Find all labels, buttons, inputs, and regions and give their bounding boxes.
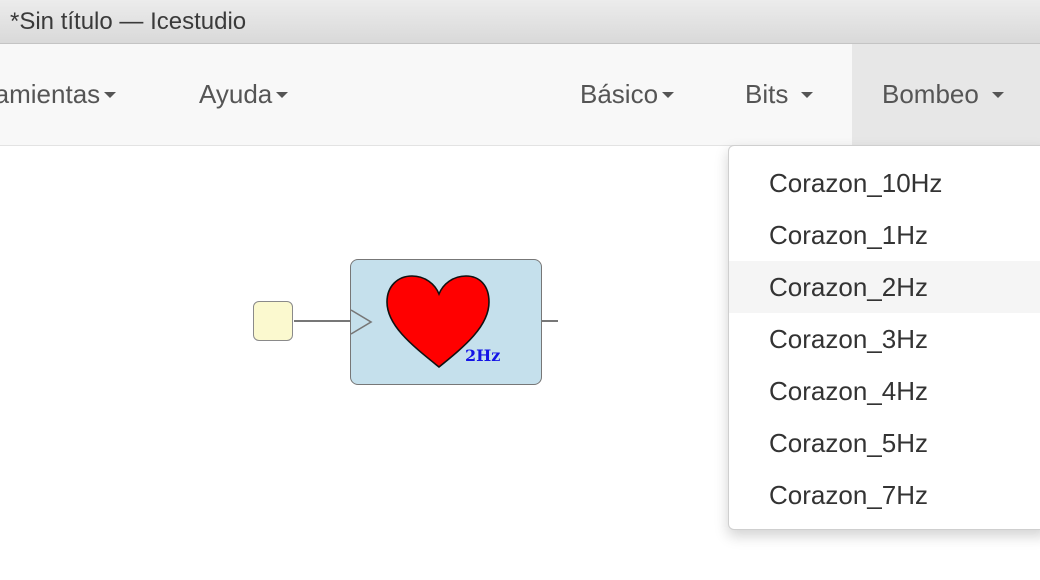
input-arrow-icon bbox=[351, 309, 373, 335]
caret-down-icon bbox=[801, 91, 814, 98]
dropdown-item-corazon-4hz[interactable]: Corazon_4Hz bbox=[729, 365, 1040, 417]
caret-down-icon bbox=[104, 91, 117, 98]
menu-bar: ramientas Ayuda Básico Bits Bombeo bbox=[0, 44, 1040, 146]
dropdown-item-corazon-2hz[interactable]: Corazon_2Hz bbox=[729, 261, 1040, 313]
wire-output[interactable] bbox=[541, 320, 558, 322]
window-title: *Sin título — Icestudio bbox=[10, 8, 247, 35]
dropdown-item-corazon-10hz[interactable]: Corazon_10Hz bbox=[729, 157, 1040, 209]
menu-herramientas[interactable]: ramientas bbox=[0, 44, 117, 145]
menu-bombeo-label: Bombeo bbox=[882, 79, 979, 109]
menu-bits[interactable]: Bits bbox=[745, 44, 814, 145]
caret-down-icon bbox=[662, 91, 675, 98]
app-window: *Sin título — Icestudio ramientas Ayuda … bbox=[0, 0, 1040, 580]
menu-herramientas-label: ramientas bbox=[0, 79, 101, 109]
block-graphic bbox=[351, 275, 490, 369]
dropdown-item-corazon-5hz[interactable]: Corazon_5Hz bbox=[729, 417, 1040, 469]
menu-ayuda-label: Ayuda bbox=[199, 79, 273, 109]
caret-down-icon bbox=[991, 91, 1004, 98]
input-port-block[interactable] bbox=[253, 301, 293, 341]
caret-down-icon bbox=[276, 91, 289, 98]
menu-basico-label: Básico bbox=[580, 79, 659, 109]
title-bar: *Sin título — Icestudio bbox=[0, 0, 1040, 44]
dropdown-item-corazon-1hz[interactable]: Corazon_1Hz bbox=[729, 209, 1040, 261]
menu-bits-label: Bits bbox=[745, 79, 789, 109]
dropdown-item-corazon-3hz[interactable]: Corazon_3Hz bbox=[729, 313, 1040, 365]
menu-bombeo[interactable]: Bombeo bbox=[852, 44, 1040, 145]
bombeo-dropdown-menu: Corazon_10Hz Corazon_1Hz Corazon_2Hz Cor… bbox=[728, 145, 1040, 530]
dropdown-item-corazon-7hz[interactable]: Corazon_7Hz bbox=[729, 469, 1040, 521]
wire-input[interactable] bbox=[294, 320, 352, 322]
block-frequency-label: 2Hz bbox=[465, 346, 501, 365]
menu-basico[interactable]: Básico bbox=[580, 44, 675, 145]
heart-2hz-block[interactable]: 2Hz bbox=[350, 259, 542, 385]
menu-ayuda[interactable]: Ayuda bbox=[199, 44, 289, 145]
